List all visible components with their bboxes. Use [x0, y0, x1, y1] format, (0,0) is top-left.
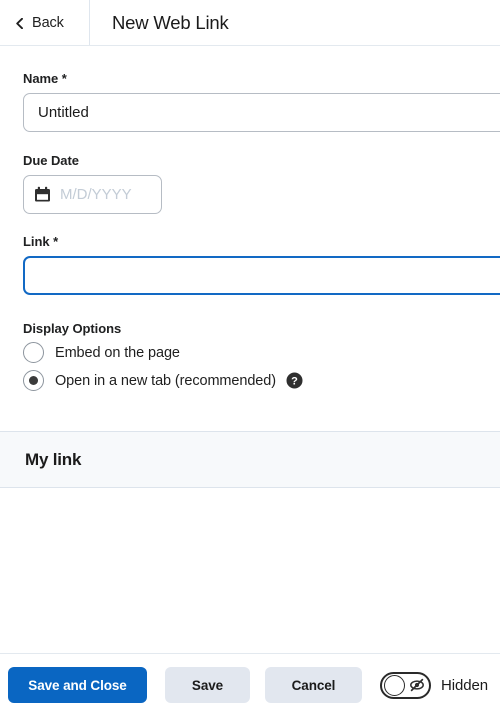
name-input[interactable]: [23, 93, 500, 132]
cancel-button[interactable]: Cancel: [265, 667, 362, 703]
radio-option-open-new-tab[interactable]: Open in a new tab (recommended) ?: [23, 370, 303, 391]
radio-button-unselected[interactable]: [23, 342, 44, 363]
save-and-close-button[interactable]: Save and Close: [8, 667, 147, 703]
due-date-input[interactable]: [60, 186, 151, 203]
visibility-toggle[interactable]: [380, 671, 431, 699]
dialog-footer: Save and Close Save Cancel Hidden: [0, 653, 500, 710]
link-preview-title: My link: [25, 449, 82, 469]
visibility-toggle-group[interactable]: Hidden: [380, 667, 488, 703]
name-label-text: Name: [23, 71, 59, 86]
link-input[interactable]: [23, 256, 500, 295]
name-required-marker: *: [61, 71, 67, 86]
radio-option-embed-on-page[interactable]: Embed on the page: [23, 342, 180, 363]
header-divider: [89, 0, 90, 45]
toggle-knob: [384, 674, 405, 696]
radio-option-label: Embed on the page: [55, 344, 180, 361]
due-date-field[interactable]: [23, 175, 162, 214]
radio-option-label: Open in a new tab (recommended): [55, 372, 276, 389]
visibility-toggle-label: Hidden: [441, 676, 488, 694]
back-button[interactable]: Back: [14, 0, 64, 45]
eye-off-icon: [409, 677, 425, 693]
chevron-left-icon: [14, 17, 25, 30]
link-required-marker: *: [53, 234, 59, 249]
radio-button-selected[interactable]: [23, 370, 44, 391]
dialog-header: Back New Web Link: [0, 0, 500, 46]
dialog-body: Name * Due Date Link * Display Options: [0, 46, 500, 653]
display-options-label: Display Options: [23, 321, 122, 336]
name-field-label: Name *: [23, 71, 67, 86]
back-button-label: Back: [32, 14, 64, 31]
help-circle-icon[interactable]: ?: [286, 372, 303, 389]
new-web-link-dialog: Back New Web Link Name * Due Date: [0, 0, 500, 710]
link-preview-band: My link: [0, 431, 500, 488]
calendar-icon: [34, 186, 51, 203]
link-label-text: Link: [23, 234, 50, 249]
due-date-field-label: Due Date: [23, 153, 79, 168]
page-title: New Web Link: [112, 11, 229, 33]
svg-text:?: ?: [291, 375, 298, 387]
link-field-label: Link *: [23, 234, 58, 249]
save-button[interactable]: Save: [165, 667, 250, 703]
